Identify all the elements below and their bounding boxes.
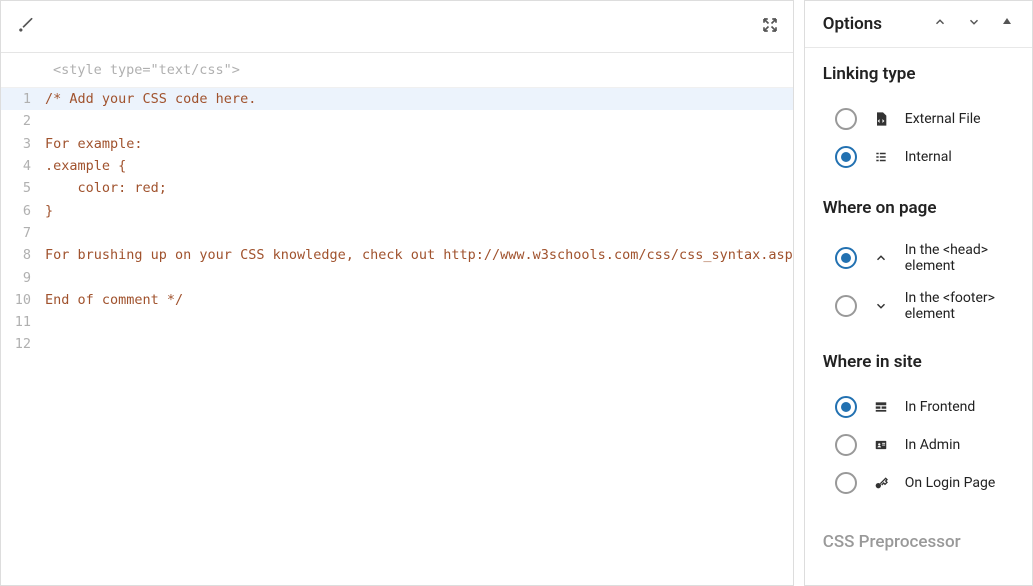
option-label: In Frontend <box>905 399 976 415</box>
radio-button[interactable] <box>835 434 857 456</box>
option-label: In the <footer> element <box>905 290 1014 322</box>
key-icon <box>871 475 891 491</box>
section-linking-type: Linking type External File Internal <box>805 48 1032 182</box>
options-header: Options <box>805 1 1032 48</box>
option-label: In Admin <box>905 437 960 453</box>
options-nav <box>932 15 1014 33</box>
option-in-head[interactable]: In the <head> element <box>823 234 1014 282</box>
options-panel: Options Linking type External File <box>804 0 1033 586</box>
code-area[interactable]: <style type="text/css"> 1/* Add your CSS… <box>1 53 793 585</box>
code-line: 12 <box>1 333 793 355</box>
code-line: 3For example: <box>1 133 793 155</box>
radio-button[interactable] <box>835 146 857 168</box>
code-lines[interactable]: 1/* Add your CSS code here. 2 3For examp… <box>1 88 793 585</box>
fullscreen-icon[interactable] <box>761 16 779 38</box>
layout-icon <box>871 400 891 414</box>
chevron-down-icon <box>871 299 891 313</box>
code-line: 8For brushing up on your CSS knowledge, … <box>1 244 793 266</box>
section-where-in-site: Where in site In Frontend In Admin On Lo… <box>805 336 1032 508</box>
option-label: External File <box>905 111 981 127</box>
chevron-down-icon[interactable] <box>966 15 982 33</box>
code-line: 2 <box>1 110 793 132</box>
option-external-file[interactable]: External File <box>823 100 1014 138</box>
code-line: 10End of comment */ <box>1 289 793 311</box>
code-line: 9 <box>1 266 793 288</box>
code-line: 6} <box>1 199 793 221</box>
section-title: CSS Preprocessor <box>823 532 1014 552</box>
option-admin[interactable]: In Admin <box>823 426 1014 464</box>
option-label: In the <head> element <box>905 242 1014 274</box>
lines-icon <box>871 150 891 164</box>
code-editor-panel: <style type="text/css"> 1/* Add your CSS… <box>0 0 794 586</box>
triangle-up-icon[interactable] <box>1000 15 1014 33</box>
code-line: 1/* Add your CSS code here. <box>1 88 793 110</box>
radio-button[interactable] <box>835 396 857 418</box>
section-title: Where on page <box>823 198 1014 218</box>
section-title: Linking type <box>823 64 1014 84</box>
options-title: Options <box>823 14 882 34</box>
chevron-up-icon <box>871 251 891 265</box>
code-context-line: <style type="text/css"> <box>1 53 793 88</box>
radio-button[interactable] <box>835 247 857 269</box>
chevron-up-icon[interactable] <box>932 15 948 33</box>
id-card-icon <box>871 438 891 452</box>
radio-button[interactable] <box>835 108 857 130</box>
option-in-footer[interactable]: In the <footer> element <box>823 282 1014 330</box>
section-title: Where in site <box>823 352 1014 372</box>
option-frontend[interactable]: In Frontend <box>823 388 1014 426</box>
radio-button[interactable] <box>835 472 857 494</box>
editor-toolbar <box>1 1 793 53</box>
option-label: On Login Page <box>905 475 996 491</box>
section-where-on-page: Where on page In the <head> element In t… <box>805 182 1032 336</box>
brush-icon[interactable] <box>15 15 35 39</box>
section-css-preprocessor: CSS Preprocessor <box>805 508 1032 574</box>
code-line: 7 <box>1 222 793 244</box>
code-line: 11 <box>1 311 793 333</box>
radio-button[interactable] <box>835 295 857 317</box>
file-code-icon <box>871 110 891 128</box>
option-label: Internal <box>905 149 952 165</box>
code-line: 4.example { <box>1 155 793 177</box>
code-line: 5 color: red; <box>1 177 793 199</box>
option-login[interactable]: On Login Page <box>823 464 1014 502</box>
option-internal[interactable]: Internal <box>823 138 1014 176</box>
